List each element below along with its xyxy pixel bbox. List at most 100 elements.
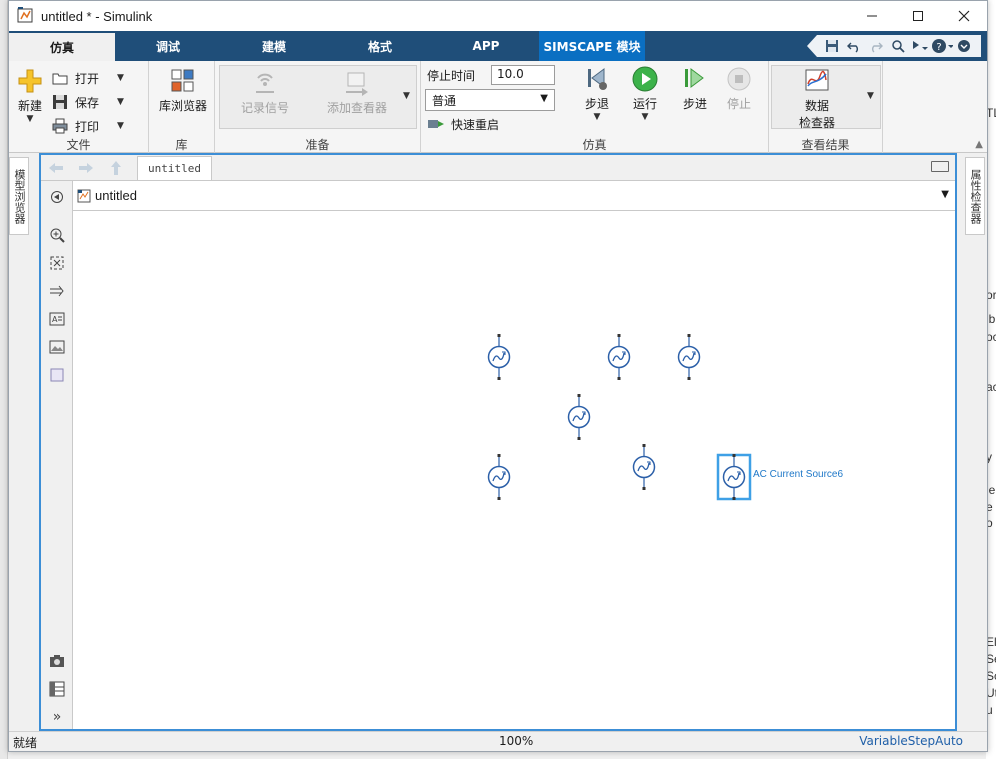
new-button[interactable]: 新建 ▼ [13, 67, 47, 124]
annotation-icon[interactable]: A [47, 309, 67, 329]
tab-simulation[interactable]: 仿真 [9, 31, 115, 61]
pin-icon[interactable] [909, 36, 931, 56]
screenshot-icon[interactable] [47, 651, 67, 671]
solver-link[interactable]: VariableStepAuto [859, 734, 963, 748]
property-table-icon[interactable] [47, 679, 67, 699]
selected-block-label[interactable]: AC Current Source6 [753, 469, 843, 480]
tool-palette: A » [41, 181, 73, 729]
keyboard-icon[interactable] [931, 161, 949, 172]
printer-icon [51, 117, 69, 135]
ac-current-source-block[interactable] [607, 334, 631, 380]
save-label: 保存 [75, 95, 100, 110]
log-signals-button[interactable]: 记录信号 [233, 69, 297, 116]
forward-arrow-icon[interactable] [71, 156, 101, 180]
property-inspector-tab[interactable]: 属性检查器 [965, 157, 985, 235]
simulation-mode-select[interactable]: 普通 ▼ [425, 89, 555, 111]
zoom-level[interactable]: 100% [499, 734, 533, 748]
results-expand-icon[interactable]: ▼ [867, 91, 874, 101]
save-icon [51, 93, 69, 111]
add-viewer-button[interactable]: 添加查看器 [315, 69, 399, 116]
undo-icon[interactable] [843, 36, 865, 56]
run-button[interactable]: 运行 ▼ [629, 65, 661, 122]
workspace: 模型浏览器 属性检查器 untitled A » untitled ▼ AC C… [9, 153, 987, 733]
stop-time-input[interactable]: 10.0 [491, 65, 555, 85]
group-review-results: 数据 检查器 ▼ 查看结果 [769, 61, 883, 153]
arrow-connect-icon[interactable] [47, 281, 67, 301]
tab-simscape-blocks[interactable]: SIMSCAPE 模块 [539, 31, 645, 61]
expand-icon[interactable] [953, 36, 975, 56]
group-label-file: 文件 [66, 138, 91, 152]
ribbon: 新建 ▼ 打开 ▼ 保存 ▼ 打印 ▼ 文件 库浏览器 库 记录信号 添加查看器… [9, 61, 987, 153]
chevron-down-icon[interactable]: ▼ [941, 189, 949, 200]
ac-current-source-block[interactable] [487, 454, 511, 500]
stop-icon [725, 65, 753, 93]
address-bar[interactable]: untitled ▼ [73, 181, 955, 211]
model-browser-tab[interactable]: 模型浏览器 [9, 157, 29, 235]
collapse-ribbon-icon[interactable]: ▲ [975, 139, 983, 150]
fit-to-view-icon[interactable] [47, 253, 67, 273]
image-icon[interactable] [47, 337, 67, 357]
area-icon[interactable] [47, 365, 67, 385]
quick-access-toolbar: ? [807, 35, 981, 57]
stop-button[interactable]: 停止 [723, 65, 755, 112]
ac-current-source-block[interactable] [567, 394, 591, 440]
library-browser-icon [169, 67, 197, 95]
address-text: untitled [95, 188, 137, 203]
svg-text:A: A [52, 315, 58, 324]
minimize-icon[interactable] [849, 1, 895, 31]
chevron-down-icon: ▼ [26, 114, 34, 124]
tab-format[interactable]: 格式 [327, 31, 433, 61]
stop-label: 停止 [726, 97, 751, 111]
simulink-app-icon [17, 7, 35, 25]
prepare-expand-icon[interactable]: ▼ [403, 91, 410, 101]
print-button[interactable]: 打印 ▼ [51, 115, 124, 137]
redo-icon[interactable] [865, 36, 887, 56]
chevron-down-icon: ▼ [641, 112, 649, 122]
title-bar[interactable]: untitled * - Simulink [9, 1, 987, 31]
viewer-icon [343, 69, 371, 97]
library-browser-button[interactable]: 库浏览器 [155, 67, 211, 114]
svg-text:?: ? [936, 42, 941, 53]
expand-palette-icon[interactable]: » [47, 707, 67, 727]
group-file: 新建 ▼ 打开 ▼ 保存 ▼ 打印 ▼ 文件 [9, 61, 149, 153]
tab-apps[interactable]: APP [433, 31, 539, 61]
data-inspector-label-1: 数据 [804, 99, 829, 113]
tab-debug[interactable]: 调试 [115, 31, 221, 61]
group-label-results: 查看结果 [801, 138, 850, 152]
signal-log-icon [251, 69, 279, 97]
step-forward-button[interactable]: 步进 [679, 65, 711, 112]
ac-current-source-block[interactable] [487, 334, 511, 380]
back-arrow-icon[interactable] [41, 156, 71, 180]
save-icon[interactable] [821, 36, 843, 56]
document-tab[interactable]: untitled [137, 155, 212, 180]
tab-modeling[interactable]: 建模 [221, 31, 327, 61]
ac-current-source-block[interactable] [632, 444, 656, 490]
model-editor: untitled A » untitled ▼ AC Current Sourc… [39, 153, 957, 731]
fast-restart-toggle[interactable]: 快速重启 [427, 113, 499, 135]
add-viewer-label: 添加查看器 [326, 101, 387, 115]
maximize-icon[interactable] [895, 1, 941, 31]
run-label: 运行 [632, 97, 657, 111]
model-canvas[interactable]: AC Current Source6 [73, 211, 955, 729]
chevron-down-icon: ▼ [593, 112, 601, 122]
search-icon[interactable] [887, 36, 909, 56]
ac-current-source-block[interactable] [716, 453, 752, 501]
close-icon[interactable] [941, 1, 987, 31]
simulink-window: untitled * - Simulink 仿真 调试 建模 格式 APP SI… [8, 0, 988, 752]
ac-current-source-block[interactable] [677, 334, 701, 380]
chevron-down-icon: ▼ [117, 73, 124, 83]
chevron-down-icon: ▼ [117, 121, 124, 131]
step-forward-label: 步进 [682, 97, 707, 111]
data-inspector-label-2: 检查器 [798, 116, 835, 130]
status-bar: 就绪 100% VariableStepAuto [9, 731, 987, 751]
zoom-in-icon[interactable] [47, 225, 67, 245]
up-arrow-icon[interactable] [101, 156, 131, 180]
help-icon[interactable]: ? [931, 36, 953, 56]
model-icon [77, 189, 91, 203]
data-inspector-button[interactable]: 数据 检查器 [781, 67, 853, 131]
hide-show-explorer-icon[interactable] [47, 187, 67, 207]
save-button[interactable]: 保存 ▼ [51, 91, 124, 113]
open-button[interactable]: 打开 ▼ [51, 67, 124, 89]
group-prepare: 记录信号 添加查看器 ▼ 准备 [215, 61, 421, 153]
step-back-button[interactable]: 步退 ▼ [581, 65, 613, 122]
